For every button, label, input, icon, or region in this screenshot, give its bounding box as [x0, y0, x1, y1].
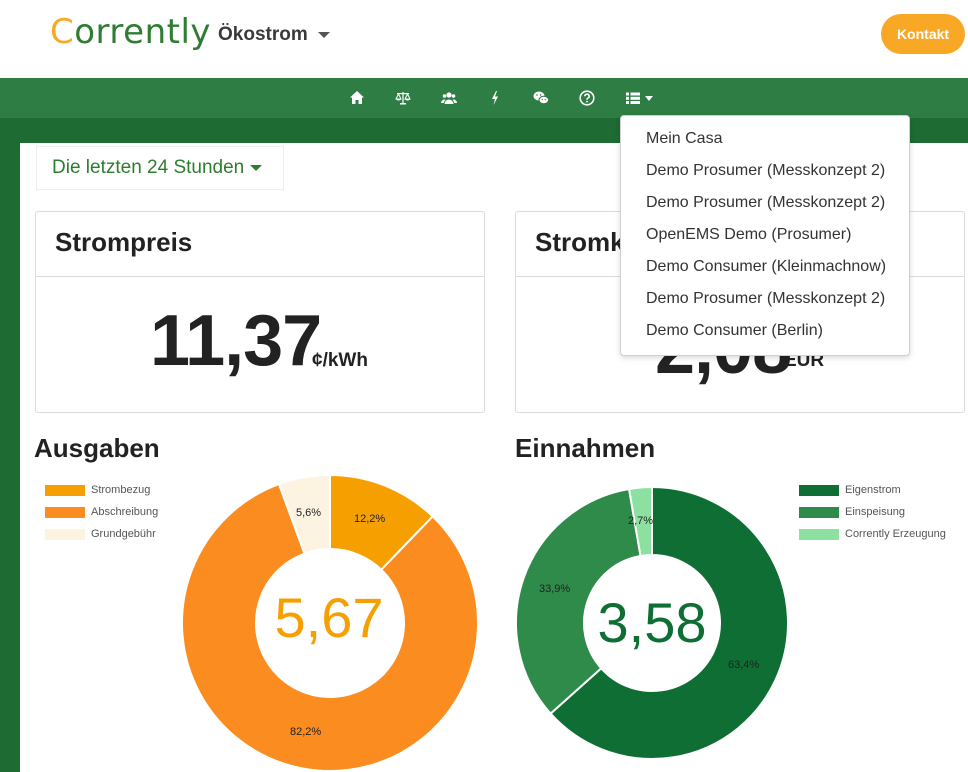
slice-label: 2,7%	[628, 515, 654, 527]
ausgaben-legend: Strombezug Abschreibung Grundgebühr	[45, 479, 158, 545]
chevron-down-icon	[645, 95, 653, 101]
slice-label: 82,2%	[290, 726, 322, 738]
meter-select-dropdown: Mein Casa Demo Prosumer (Messkonzept 2) De…	[620, 115, 910, 356]
brand-menu-dropdown[interactable]: Ökostrom	[218, 24, 330, 46]
users-icon[interactable]	[438, 87, 460, 109]
legend-swatch	[799, 528, 839, 540]
legend-label: Corrently Erzeugung	[845, 528, 946, 540]
ausgaben-center-value: 5,67	[274, 586, 384, 649]
legend-item[interactable]: Strombezug	[45, 479, 158, 501]
legend-item[interactable]: Einspeisung	[799, 501, 946, 523]
dropdown-item[interactable]: Demo Prosumer (Messkonzept 2)	[621, 155, 909, 187]
chevron-down-icon	[317, 31, 330, 38]
legend-label: Abschreibung	[91, 506, 159, 518]
legend-item[interactable]: Eigenstrom	[799, 479, 946, 501]
legend-label: Eigenstrom	[845, 484, 901, 496]
legend-swatch	[45, 528, 85, 540]
einnahmen-legend: Eigenstrom Einspeisung Corrently Erzeugu…	[799, 479, 946, 545]
slice-label: 63,4%	[728, 659, 760, 671]
legend-item[interactable]: Grundgebühr	[45, 523, 158, 545]
question-circle-icon[interactable]	[576, 87, 598, 109]
dropdown-item[interactable]: Demo Consumer (Kleinmachnow)	[621, 251, 909, 283]
dropdown-item[interactable]: Mein Casa	[621, 123, 909, 155]
einnahmen-center-value: 3,58	[597, 591, 707, 654]
legend-swatch	[45, 506, 85, 518]
list-icon[interactable]	[622, 87, 656, 109]
dropdown-item[interactable]: Demo Consumer (Berlin)	[621, 315, 909, 347]
strompreis-value: 11,37	[150, 301, 322, 381]
ausgaben-title: Ausgaben	[34, 433, 160, 463]
dropdown-item[interactable]: OpenEMS Demo (Prosumer)	[621, 219, 909, 251]
brand-menu-label: Ökostrom	[218, 24, 308, 45]
legend-label: Einspeisung	[845, 506, 905, 518]
wechat-icon[interactable]	[530, 87, 552, 109]
card-title: Strompreis	[36, 212, 484, 277]
slice-label: 33,9%	[539, 583, 571, 595]
chevron-down-icon	[250, 164, 263, 171]
legend-label: Strombezug	[91, 484, 151, 496]
einnahmen-title: Einnahmen	[515, 433, 656, 463]
legend-swatch	[45, 484, 85, 496]
balance-scale-icon[interactable]	[392, 87, 414, 109]
legend-swatch	[799, 484, 839, 496]
contact-button[interactable]: Kontakt	[881, 14, 965, 54]
dropdown-item[interactable]: Demo Prosumer (Messkonzept 2)	[621, 187, 909, 219]
legend-label: Grundgebühr	[91, 528, 156, 540]
main-nav	[0, 78, 968, 118]
home-icon[interactable]	[346, 87, 368, 109]
top-header: Corrently Ökostrom Kontakt	[0, 0, 968, 78]
slice-label: 5,6%	[296, 507, 322, 519]
strompreis-unit: ¢/kWh	[312, 350, 368, 371]
legend-item[interactable]: Abschreibung	[45, 501, 158, 523]
correntlyLogo[interactable]: Corrently	[50, 12, 211, 52]
time-range-dropdown[interactable]: Die letzten 24 Stunden	[36, 146, 284, 190]
legend-swatch	[799, 506, 839, 518]
dropdown-item[interactable]: Demo Prosumer (Messkonzept 2)	[621, 283, 909, 315]
lightning-icon[interactable]	[484, 87, 506, 109]
legend-item[interactable]: Corrently Erzeugung	[799, 523, 946, 545]
strompreis-card: Strompreis 11,37 ¢/kWh	[35, 211, 485, 413]
time-range-label: Die letzten 24 Stunden	[52, 157, 245, 178]
logo-first-letter: C	[50, 12, 75, 52]
slice-label: 12,2%	[354, 513, 386, 525]
logo-text: orrently	[74, 12, 212, 52]
